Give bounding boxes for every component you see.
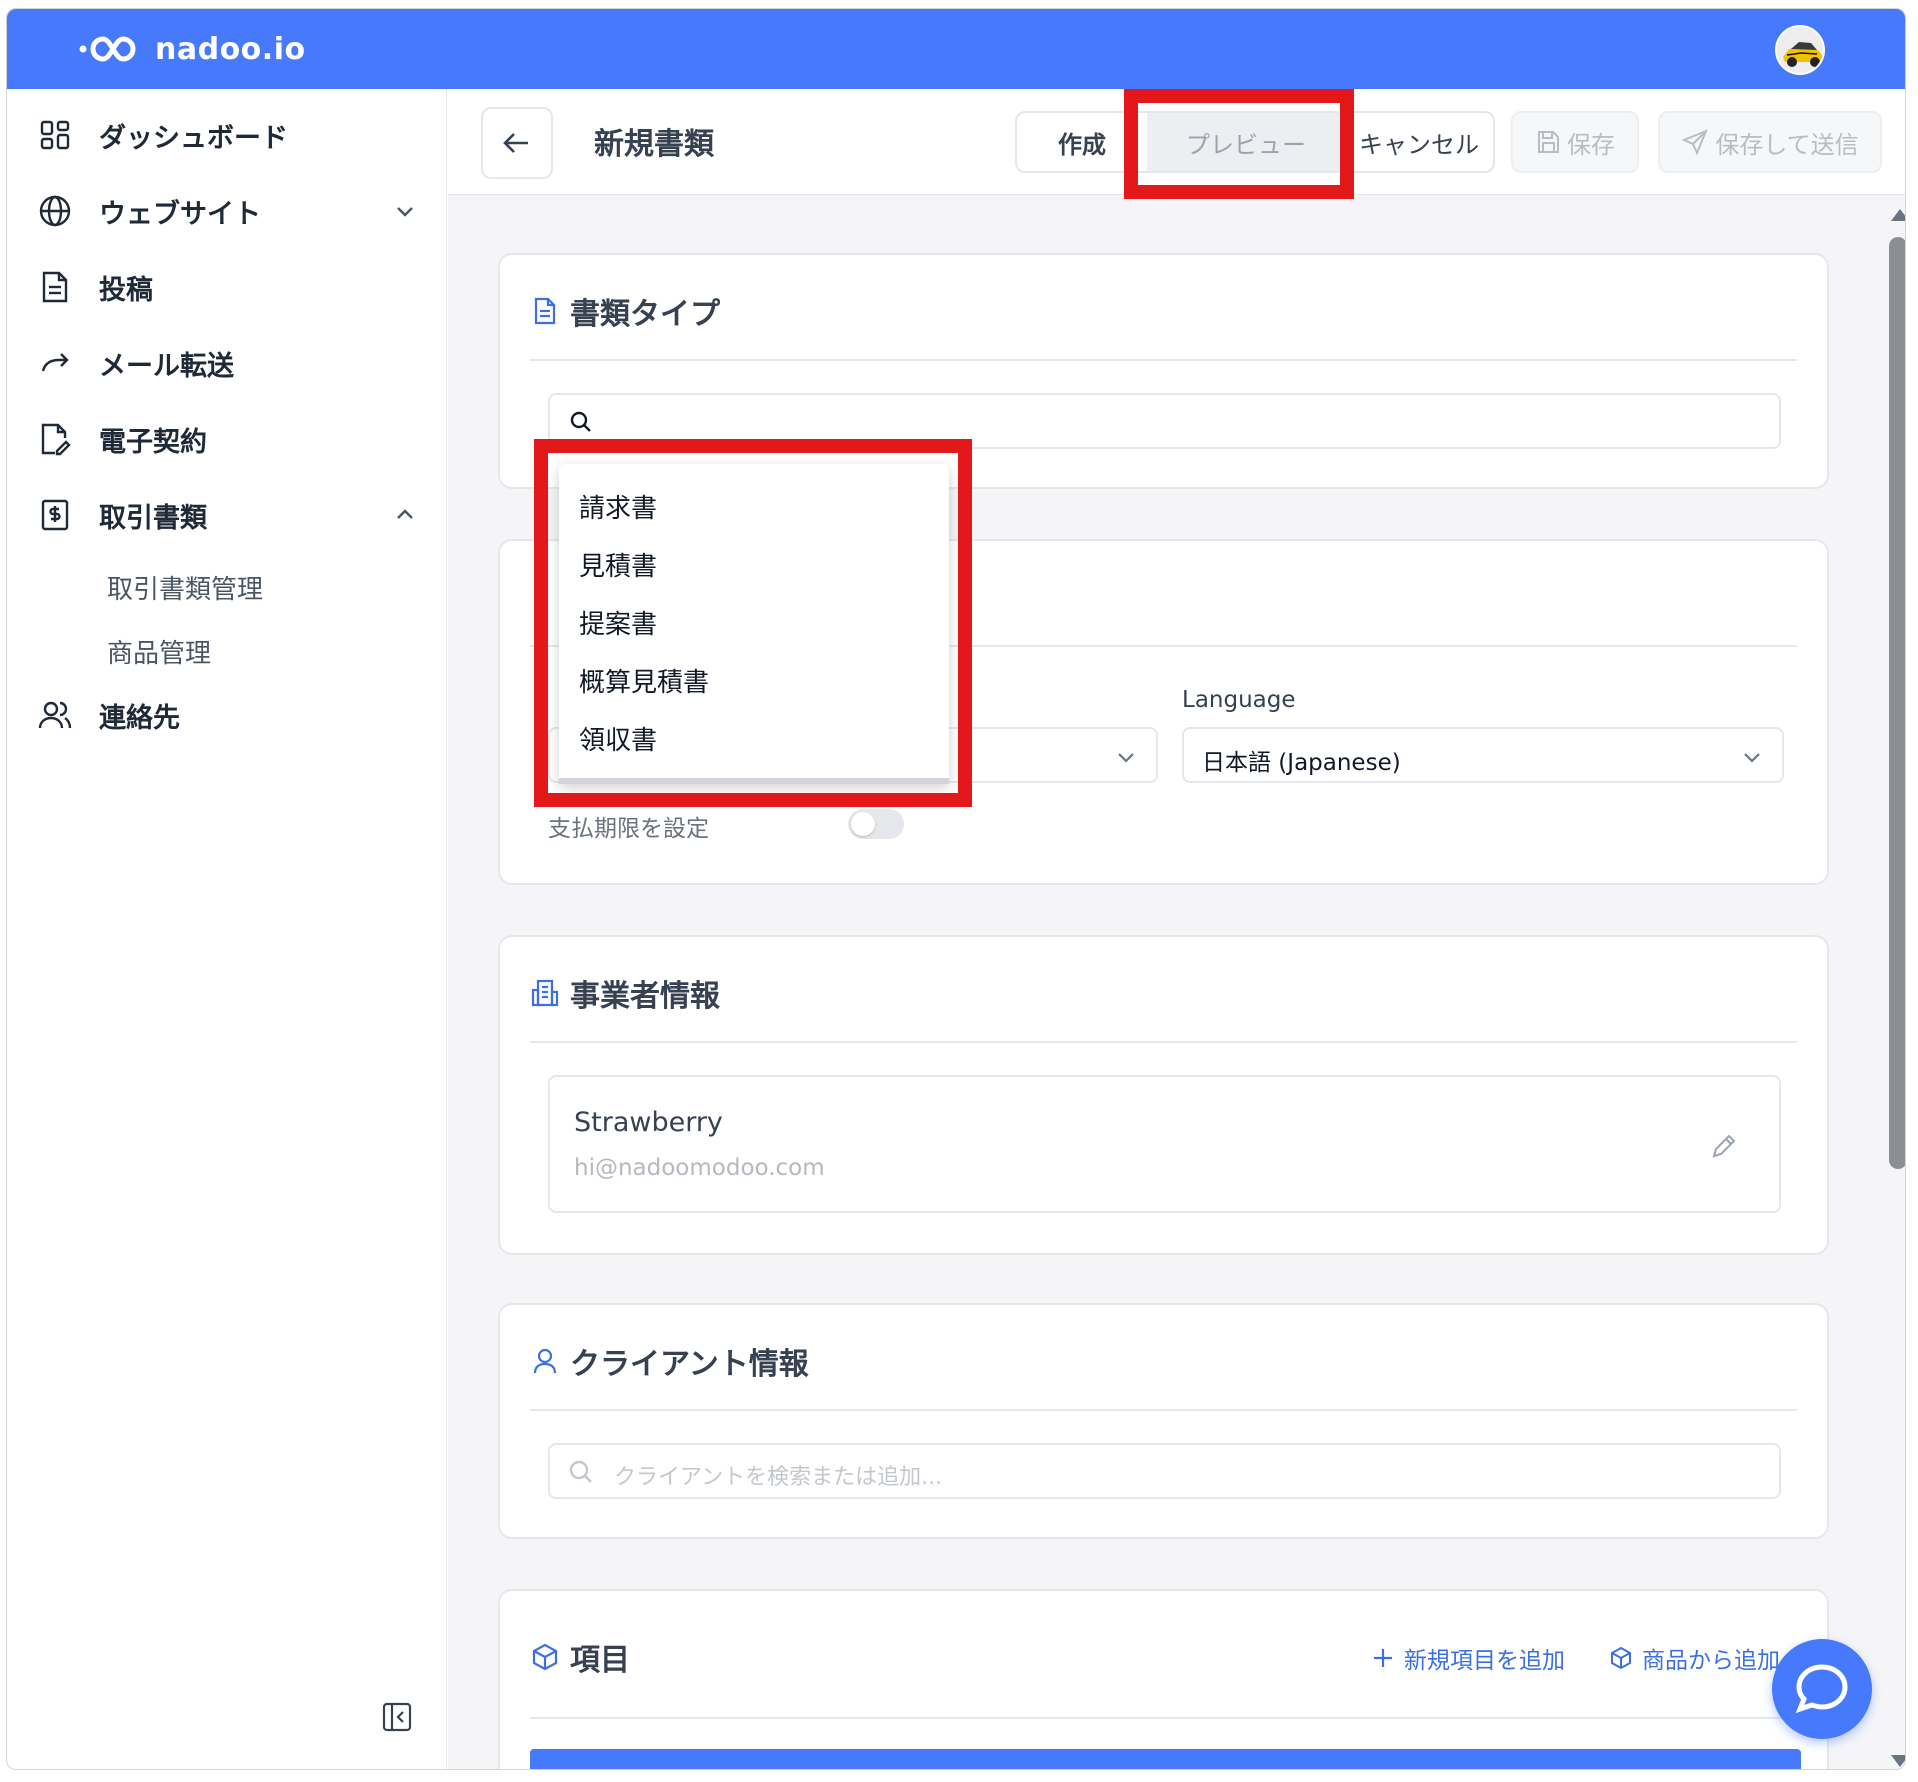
language-value: 日本語 (Japanese) (1202, 750, 1401, 776)
main-content: 新規書類 作成 プレビュー キャンセル 保存 保存して送信 書類タイプ Lang… (448, 89, 1905, 1770)
pencil-icon[interactable] (1709, 1131, 1739, 1161)
search-icon (570, 411, 591, 432)
infinity-logo-icon (79, 36, 136, 62)
scrollbar-thumb[interactable] (1889, 237, 1905, 1169)
items-table-header: 項目 数量 単価 金額 (530, 1749, 1801, 1770)
column-header-unit-price: 単価 (1338, 1769, 1382, 1770)
sidebar: ダッシュボード ウェブサイト 投稿 メール転送 電子契約 取引書類 取引書類管理… (7, 89, 447, 1769)
cancel-button[interactable]: キャンセル (1345, 111, 1495, 173)
document-sign-icon (37, 421, 73, 457)
chat-bubble-icon (1795, 1664, 1848, 1714)
add-new-item-button[interactable]: 新規項目を追加 (1370, 1641, 1565, 1675)
sidebar-item-mail-forward[interactable]: メール転送 (37, 333, 427, 393)
car-avatar-icon (1777, 27, 1823, 73)
user-icon (533, 1348, 557, 1374)
sidebar-item-label: 取引書類 (99, 502, 207, 534)
chevron-down-icon (1118, 753, 1134, 763)
client-search-input[interactable]: クライアントを検索または追加... (548, 1443, 1781, 1499)
due-date-toggle-label: 支払期限を設定 (548, 816, 709, 842)
arrow-left-icon (503, 133, 528, 153)
scroll-down-arrow[interactable] (1891, 1755, 1905, 1767)
add-from-products-label: 商品から追加 (1642, 1648, 1780, 1674)
doc-type-title: 書類タイプ (570, 297, 720, 332)
globe-icon (37, 193, 73, 229)
building-icon (531, 979, 559, 1007)
items-header: 項目 (530, 1635, 630, 1679)
client-info-header: クライアント情報 (530, 1339, 809, 1383)
sidebar-item-label: メール転送 (99, 350, 234, 382)
business-info-box: Strawberry hi@nadoomodoo.com (548, 1075, 1781, 1213)
column-header-item: 項目 (554, 1769, 598, 1770)
chevron-down-icon (1744, 753, 1760, 763)
brand[interactable]: nadoo.io (77, 29, 306, 69)
client-info-card: クライアント情報 クライアントを検索または追加... (498, 1303, 1829, 1539)
chat-button[interactable] (1772, 1639, 1872, 1739)
column-header-amount: 金額 (1630, 1769, 1674, 1770)
due-date-toggle[interactable] (848, 809, 904, 839)
sidebar-item-label: 電子契約 (99, 426, 207, 458)
sidebar-item-website[interactable]: ウェブサイト (37, 181, 427, 241)
language-label: Language (1182, 687, 1296, 713)
sidebar-item-posts[interactable]: 投稿 (37, 257, 427, 317)
sidebar-item-dashboard[interactable]: ダッシュボード (37, 105, 427, 165)
back-button[interactable] (481, 107, 553, 179)
business-info-header: 事業者情報 (530, 971, 720, 1015)
floppy-disk-icon (1538, 131, 1559, 153)
business-email: hi@nadoomodoo.com (574, 1155, 825, 1181)
chevron-up-icon[interactable] (393, 503, 417, 527)
top-bar: nadoo.io (7, 9, 1905, 89)
business-info-card: 事業者情報 Strawberry hi@nadoomodoo.com (498, 935, 1829, 1255)
business-name: Strawberry (574, 1107, 723, 1138)
sidebar-subitem-doc-management[interactable]: 取引書類管理 (107, 569, 263, 606)
client-search-placeholder: クライアントを検索または追加... (614, 1465, 943, 1490)
sidebar-subitem-product-management[interactable]: 商品管理 (107, 633, 211, 670)
save-and-send-label: 保存して送信 (1715, 130, 1859, 159)
highlight-dropdown (534, 439, 972, 807)
brand-name: nadoo.io (155, 31, 306, 67)
document-icon (37, 269, 73, 305)
app-window: nadoo.io ダッシュボード ウェブサイト 投稿 メール転送 電子契約 取引… (6, 8, 1906, 1770)
sidebar-item-label: 連絡先 (99, 702, 180, 734)
items-title: 項目 (570, 1643, 630, 1678)
highlight-preview (1124, 89, 1354, 199)
save-and-send-button[interactable]: 保存して送信 (1658, 111, 1882, 173)
sidebar-collapse-icon[interactable] (381, 1701, 413, 1733)
search-icon (569, 1460, 592, 1483)
doc-type-header: 書類タイプ (530, 289, 720, 333)
add-new-item-label: 新規項目を追加 (1404, 1648, 1565, 1674)
scroll-up-arrow[interactable] (1891, 209, 1905, 221)
box-icon (1611, 1646, 1631, 1670)
send-icon (1681, 129, 1709, 156)
page-title: 新規書類 (594, 127, 714, 162)
save-label: 保存 (1567, 130, 1615, 159)
box-icon (532, 1643, 558, 1671)
dashboard-grid-icon (37, 117, 73, 153)
chevron-down-icon[interactable] (393, 199, 417, 223)
divider (530, 1409, 1797, 1411)
users-icon (37, 697, 73, 733)
sidebar-item-contacts[interactable]: 連絡先 (37, 685, 427, 745)
add-from-products-button[interactable]: 商品から追加 (1608, 1641, 1780, 1675)
forward-arrow-icon (37, 345, 73, 381)
document-icon (534, 297, 556, 325)
receipt-dollar-icon (37, 497, 73, 533)
save-button[interactable]: 保存 (1511, 111, 1639, 173)
divider (530, 359, 1797, 361)
column-header-quantity: 数量 (946, 1769, 990, 1770)
sidebar-item-e-contract[interactable]: 電子契約 (37, 409, 427, 469)
plus-icon (1374, 1649, 1392, 1667)
sidebar-item-label: ウェブサイト (99, 198, 261, 230)
sidebar-item-label: 投稿 (99, 274, 153, 306)
items-card: 項目 新規項目を追加 商品から追加 項目 数量 単価 金額 (498, 1589, 1829, 1770)
business-info-title: 事業者情報 (570, 979, 720, 1014)
sidebar-item-label: ダッシュボード (99, 122, 288, 154)
toggle-knob (851, 812, 875, 836)
language-select[interactable]: 日本語 (Japanese) (1182, 727, 1784, 783)
client-info-title: クライアント情報 (570, 1347, 809, 1382)
sidebar-item-transaction-docs[interactable]: 取引書類 (37, 485, 427, 545)
user-avatar[interactable] (1775, 25, 1825, 75)
divider (530, 1041, 1797, 1043)
divider (530, 1717, 1797, 1719)
